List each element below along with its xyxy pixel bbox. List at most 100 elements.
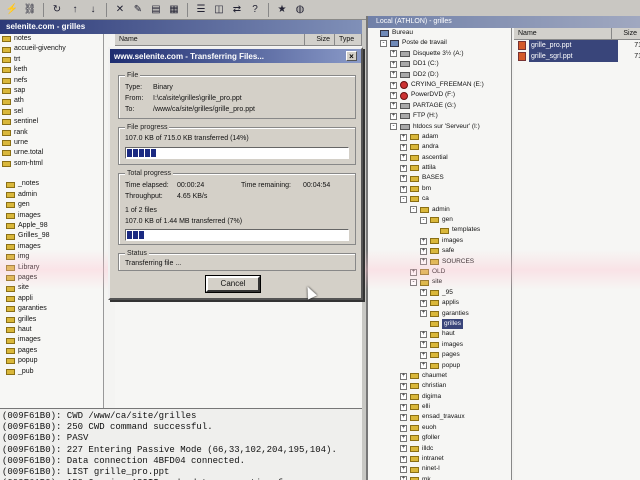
local-tree-item[interactable]: + applis [370, 298, 511, 308]
expand-icon[interactable]: + [420, 351, 427, 359]
expand-icon[interactable]: + [420, 247, 427, 255]
local-tree-item[interactable]: + mk [370, 475, 511, 480]
remote-tree-item[interactable]: images [0, 211, 103, 221]
expand-icon[interactable]: + [420, 237, 427, 245]
properties-icon[interactable]: ☰ [193, 2, 209, 18]
local-tree-item[interactable]: - admin [370, 205, 511, 215]
local-tree-item[interactable]: + popup [370, 361, 511, 371]
expand-icon[interactable]: + [400, 466, 407, 474]
expand-icon[interactable]: + [420, 289, 427, 297]
local-tree-item[interactable]: + ascential [370, 153, 511, 163]
column-type[interactable]: Type [335, 34, 362, 45]
local-tree-item[interactable]: - gen [370, 215, 511, 225]
remote-tree-item[interactable]: ath [0, 96, 103, 106]
local-folder-tree[interactable]: Bureau - Poste de travail + Disquette 3½ (A:… [368, 28, 512, 480]
local-tree-item[interactable]: + CRYING_FREEMAN (E:) [370, 80, 511, 90]
remote-tree-item[interactable]: Grilles_98 [0, 231, 103, 241]
local-file-row[interactable]: grille_sgrl.ppt 71 [514, 51, 640, 62]
remote-tree-item[interactable]: gen [0, 200, 103, 210]
remote-tree-item[interactable]: images [0, 335, 103, 345]
expand-icon[interactable]: + [400, 434, 407, 442]
remote-tree-item[interactable]: img [0, 252, 103, 262]
local-tree-item[interactable]: + gfoller [370, 433, 511, 443]
local-tree-item[interactable]: - site [370, 277, 511, 287]
local-tree-item[interactable]: + PARTAGE (G:) [370, 101, 511, 111]
transfer-icon[interactable]: ⇄ [229, 2, 245, 18]
remote-tree-item[interactable] [0, 169, 103, 179]
expand-icon[interactable]: + [400, 154, 407, 162]
local-tree-item[interactable]: + OLD [370, 267, 511, 277]
remote-tree-item[interactable]: sap [0, 86, 103, 96]
local-tree-item[interactable]: + euoh [370, 423, 511, 433]
connect-icon[interactable]: ⚡ [4, 2, 20, 18]
collapse-icon[interactable]: - [420, 216, 427, 224]
remote-tree-item[interactable]: som-html [0, 159, 103, 169]
column-size[interactable]: Size [612, 28, 640, 39]
column-name[interactable]: Name [115, 34, 305, 45]
expand-icon[interactable]: + [400, 476, 407, 480]
collapse-icon[interactable]: - [390, 123, 397, 131]
remote-tree-item[interactable]: pages [0, 273, 103, 283]
download-icon[interactable]: ↓ [85, 2, 101, 18]
local-tree-item[interactable]: + andra [370, 142, 511, 152]
remote-tree-item[interactable]: appli [0, 294, 103, 304]
expand-icon[interactable]: + [390, 92, 397, 100]
expand-icon[interactable]: + [400, 445, 407, 453]
remote-tree-item[interactable]: accueil-givenchy [0, 44, 103, 54]
collapse-icon[interactable]: - [410, 206, 417, 214]
close-icon[interactable]: × [346, 51, 357, 61]
expand-icon[interactable]: + [400, 424, 407, 432]
local-tree-item[interactable]: + ensad_travaux [370, 412, 511, 422]
collapse-icon[interactable]: - [410, 279, 417, 287]
expand-icon[interactable]: + [400, 403, 407, 411]
remote-tree-item[interactable]: trt [0, 55, 103, 65]
collapse-icon[interactable]: - [380, 40, 387, 48]
local-tree-item[interactable]: Bureau [370, 28, 511, 38]
expand-icon[interactable]: + [420, 362, 427, 370]
local-tree-item[interactable]: + intranet [370, 454, 511, 464]
remote-tree-item[interactable]: urne [0, 138, 103, 148]
expand-icon[interactable]: + [400, 372, 407, 380]
local-tree-item[interactable]: + haut [370, 329, 511, 339]
expand-icon[interactable]: + [400, 414, 407, 422]
local-tree-item[interactable]: + BASES [370, 173, 511, 183]
remote-tree-item[interactable]: popup [0, 356, 103, 366]
expand-icon[interactable]: + [390, 112, 397, 120]
favorites-icon[interactable]: ★ [274, 2, 290, 18]
local-tree-item[interactable]: + DD2 (D:) [370, 70, 511, 80]
local-file-row[interactable]: grille_pro.ppt 71 [514, 40, 640, 51]
local-tree-item[interactable]: + safe [370, 246, 511, 256]
remote-tree-item[interactable]: keth [0, 65, 103, 75]
local-tree-item[interactable]: + DD1 (C:) [370, 59, 511, 69]
expand-icon[interactable]: + [400, 185, 407, 193]
expand-icon[interactable]: + [420, 310, 427, 318]
remote-folder-tree[interactable]: notes accueil-givenchy trt keth nefs sap ath se… [0, 34, 104, 408]
local-tree-item[interactable]: - Poste de travail [370, 38, 511, 48]
remote-tree-item[interactable]: Apple_98 [0, 221, 103, 231]
local-tree-item[interactable]: - htdocs sur 'Serveur' (I:) [370, 122, 511, 132]
local-tree-item[interactable]: + pages [370, 350, 511, 360]
expand-icon[interactable]: + [400, 164, 407, 172]
expand-icon[interactable]: + [400, 175, 407, 183]
local-tree-item[interactable]: + christian [370, 381, 511, 391]
local-tree-item[interactable]: + images [370, 236, 511, 246]
remote-tree-item[interactable]: Library [0, 263, 103, 273]
local-tree-item[interactable]: + adam [370, 132, 511, 142]
column-size[interactable]: Size [305, 34, 335, 45]
remote-tree-item[interactable]: rank [0, 128, 103, 138]
expand-icon[interactable]: + [400, 133, 407, 141]
cancel-button[interactable]: Cancel [205, 275, 261, 293]
local-tree-item[interactable]: + Disquette 3½ (A:) [370, 49, 511, 59]
local-tree-item[interactable]: + PowerDVD (F:) [370, 90, 511, 100]
remote-tree-item[interactable]: sentinel [0, 117, 103, 127]
column-name[interactable]: Name [514, 28, 612, 39]
local-tree-item[interactable]: templates [370, 225, 511, 235]
rename-icon[interactable]: ✎ [130, 2, 146, 18]
local-tree-item[interactable]: + _95 [370, 288, 511, 298]
remote-tree-item[interactable]: notes [0, 34, 103, 44]
refresh-icon[interactable]: ↻ [49, 2, 65, 18]
local-tree-item[interactable]: - ca [370, 194, 511, 204]
expand-icon[interactable]: + [420, 341, 427, 349]
dialog-title-bar[interactable]: www.selenite.com - Transferring Files...… [110, 49, 361, 63]
expand-icon[interactable]: + [400, 393, 407, 401]
